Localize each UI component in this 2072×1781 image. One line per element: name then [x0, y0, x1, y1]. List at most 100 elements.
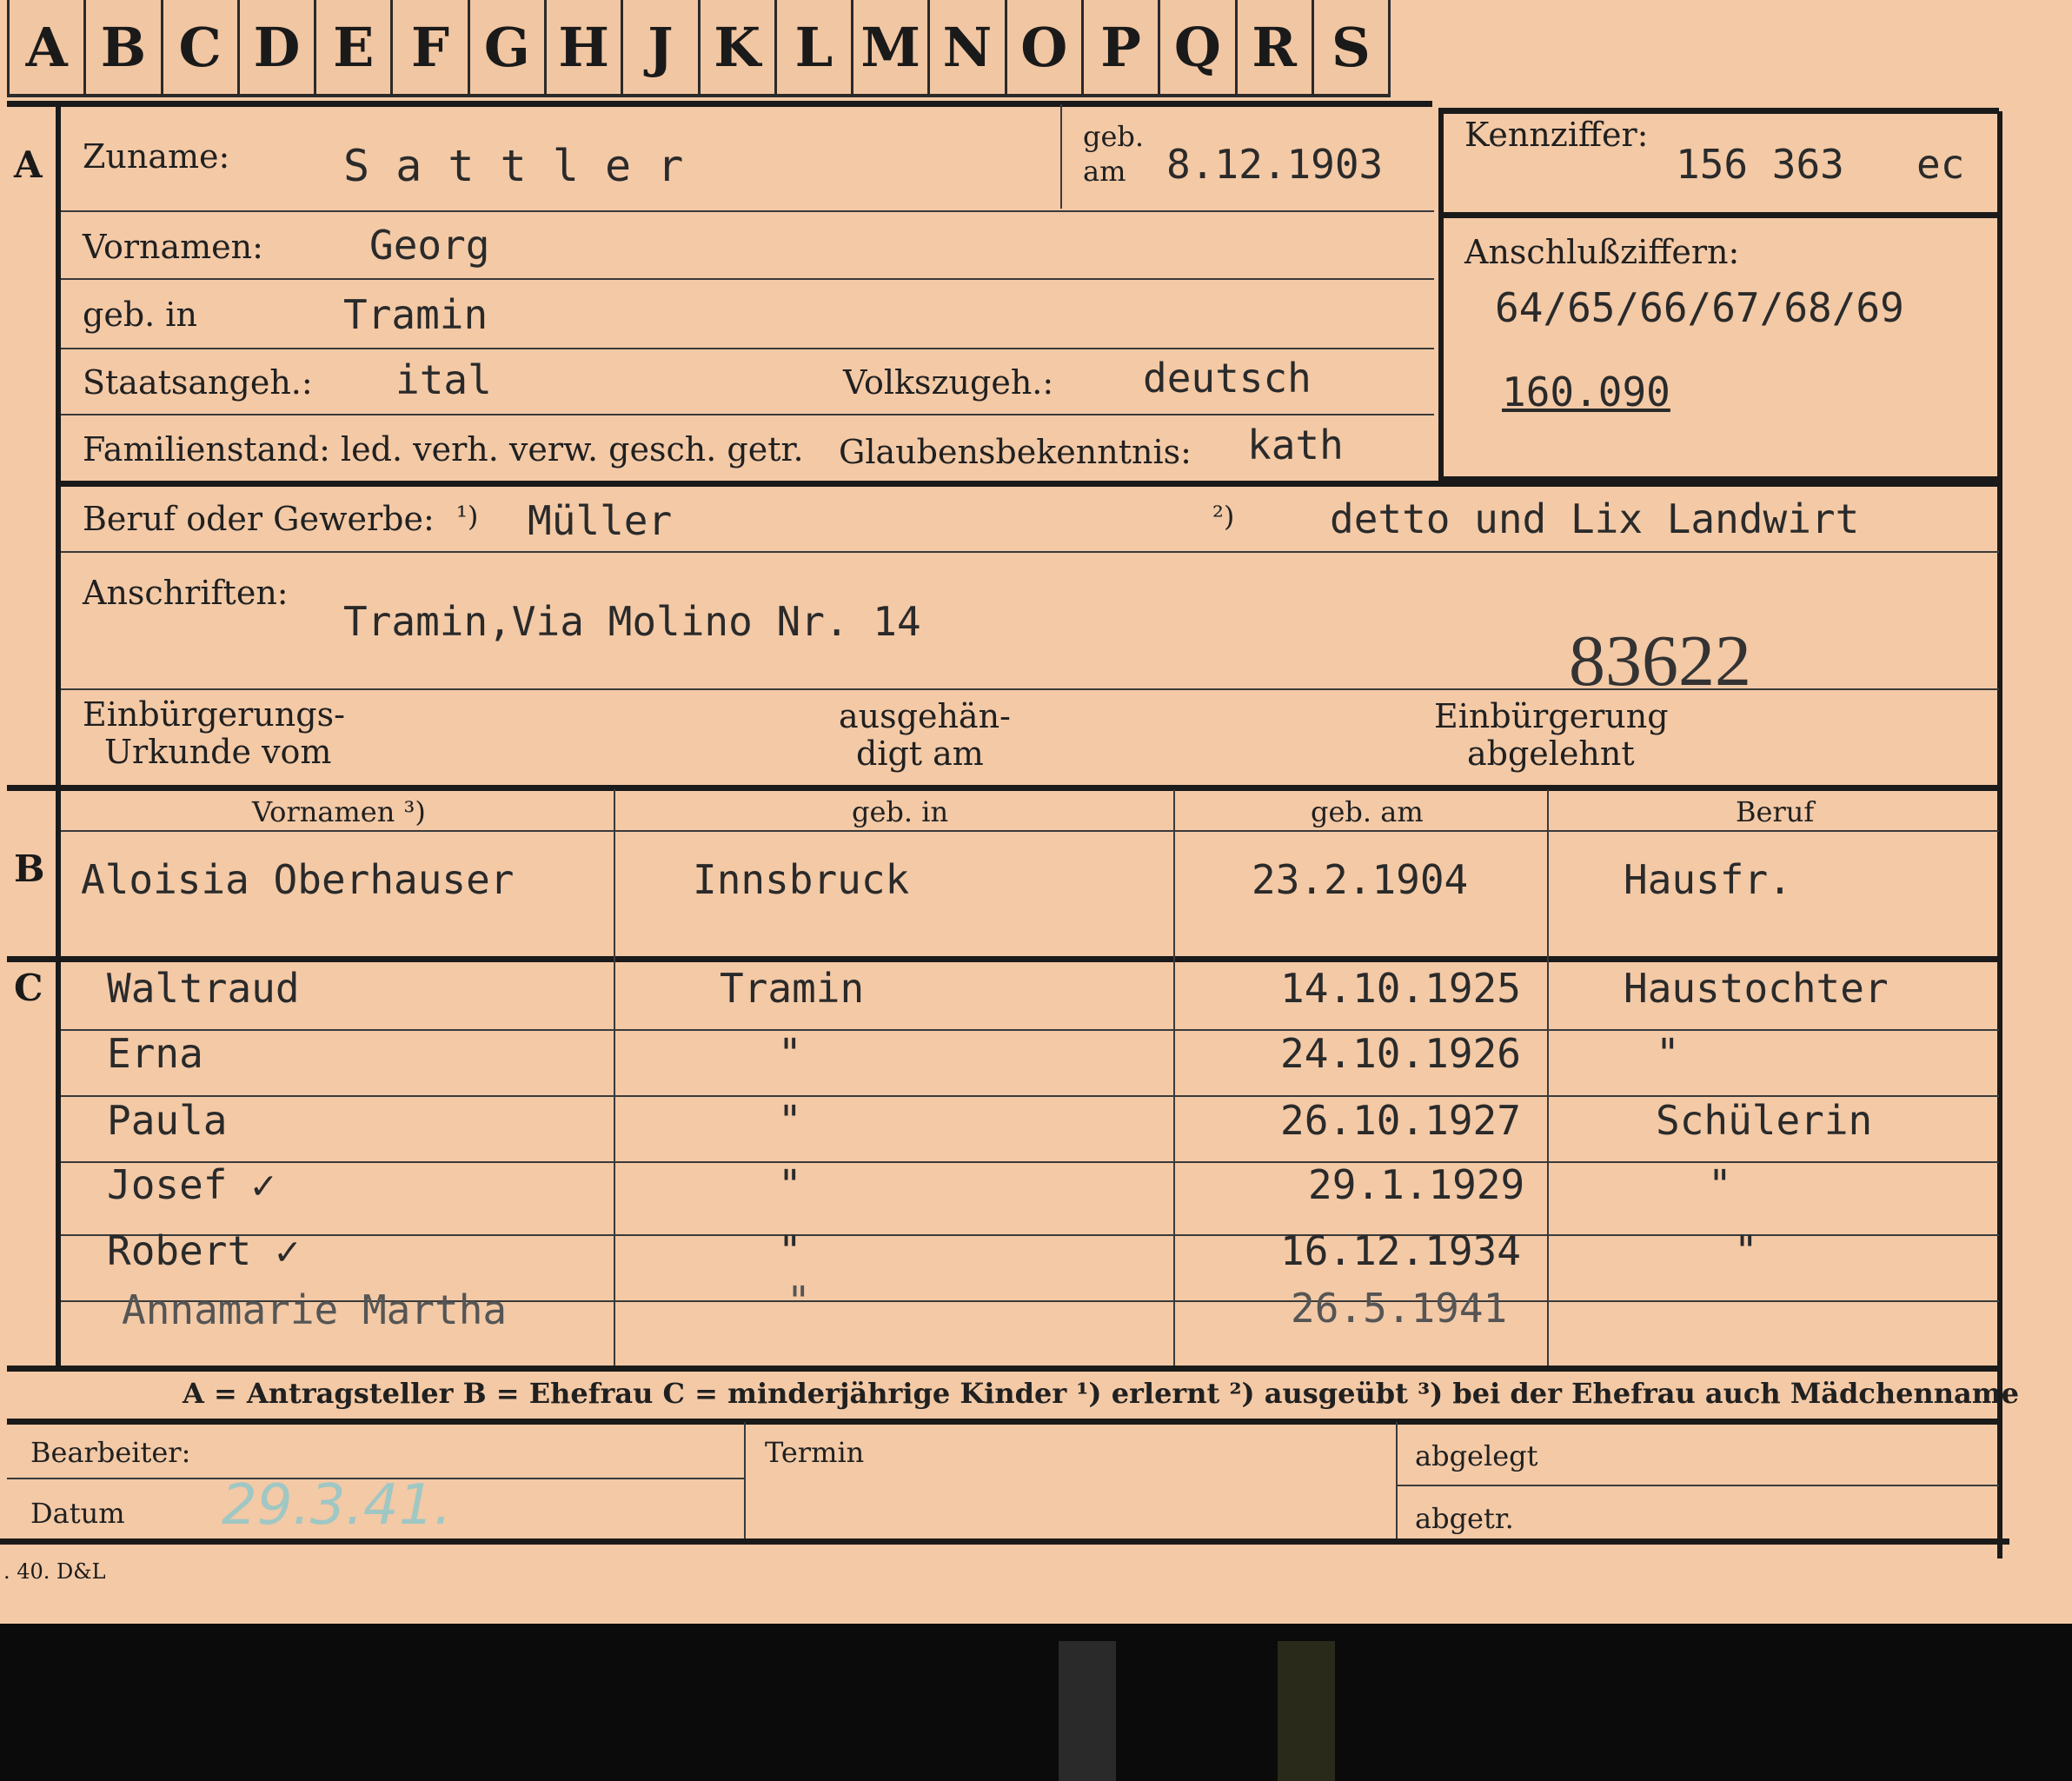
child-name[interactable]: Waltraud [107, 965, 300, 1012]
child-birthdate[interactable]: 26.5.1941 [1291, 1285, 1507, 1332]
legend-top-line [7, 1366, 2002, 1372]
birthplace-value[interactable]: Tramin [343, 291, 488, 338]
col-line [744, 1422, 746, 1539]
tab-letter[interactable]: S [1313, 0, 1391, 97]
col-line [1173, 789, 1175, 1366]
tab-letter[interactable]: K [700, 0, 777, 97]
child-birthdate[interactable]: 16.12.1934 [1280, 1227, 1521, 1274]
naturalization-refused-label: Einbürgerung [1434, 697, 1669, 735]
spouse-col-header: Vornamen ³) [252, 795, 426, 828]
child-name[interactable]: Erna [107, 1030, 203, 1077]
removed-label: abgetr. [1415, 1502, 1514, 1535]
child-profession[interactable]: " [1656, 1030, 1680, 1077]
spouse-birthdate[interactable]: 23.2.1904 [1252, 856, 1468, 903]
spouse-name[interactable]: Aloisia Oberhauser [81, 856, 515, 903]
anschluss-label: Anschlußziffern: [1464, 233, 1740, 271]
child-name[interactable]: Paula [107, 1097, 227, 1144]
scanner-post [1059, 1641, 1116, 1781]
tab-letter[interactable]: B [86, 0, 163, 97]
tab-letter[interactable]: R [1237, 0, 1314, 97]
row-line [61, 210, 1434, 212]
handwritten-date: 29.3.41. [222, 1473, 452, 1538]
naturalization-doc-label: Urkunde vom [104, 733, 332, 771]
child-profession[interactable]: " [1734, 1227, 1758, 1274]
tab-letter[interactable]: Q [1160, 0, 1238, 97]
kennziffer-value[interactable]: 156 363 [1676, 141, 1844, 188]
ethnicity-value[interactable]: deutsch [1143, 355, 1312, 402]
addresses-label: Anschriften: [83, 574, 289, 612]
ethnicity-label: Volkszugeh.: [843, 363, 1054, 402]
tab-letter[interactable]: D [239, 0, 317, 97]
tab-letter[interactable]: F [393, 0, 470, 97]
row-line [61, 278, 1434, 280]
anschluss-value[interactable]: 64/65/66/67/68/69 [1495, 284, 1904, 331]
child-birthplace[interactable]: " [778, 1161, 802, 1208]
tab-letter[interactable]: C [163, 0, 240, 97]
born-on-label: am [1083, 155, 1126, 188]
child-birthplace[interactable]: " [787, 1278, 811, 1325]
spouse-birthplace[interactable]: Innsbruck [693, 856, 909, 903]
child-birthdate[interactable]: 24.10.1926 [1280, 1030, 1521, 1077]
section-c-top-line [7, 956, 2002, 962]
profession-practiced-value[interactable]: detto und Lix Landwirt [1330, 495, 1859, 542]
address-value[interactable]: Tramin,Via Molino Nr. 14 [343, 598, 921, 645]
tab-letter[interactable]: N [930, 0, 1007, 97]
tab-letter[interactable]: E [316, 0, 394, 97]
religion-label: Glaubensbekenntnis: [839, 433, 1192, 471]
child-birthdate[interactable]: 26.10.1927 [1280, 1097, 1521, 1144]
col-line [1547, 789, 1549, 1366]
child-birthplace[interactable]: " [778, 1030, 802, 1077]
child-name[interactable]: Robert ✓ [107, 1227, 300, 1274]
tab-letter[interactable]: M [853, 0, 931, 97]
section-b-marker: B [14, 847, 45, 890]
child-birthdate[interactable]: 29.1.1929 [1308, 1161, 1524, 1208]
surname-value[interactable]: S a t t l e r [343, 141, 683, 191]
citizenship-value[interactable]: ital [395, 356, 492, 403]
tab-letter[interactable]: J [623, 0, 701, 97]
child-birthplace[interactable]: Tramin [720, 965, 864, 1012]
tab-letter[interactable]: P [1083, 0, 1161, 97]
child-name[interactable]: Josef ✓ [107, 1161, 276, 1208]
print-code: . 40. D&L [3, 1559, 106, 1584]
legend-bottom-line [7, 1419, 2002, 1425]
section-divider-line [56, 101, 61, 1366]
child-birthdate[interactable]: 14.10.1925 [1280, 965, 1521, 1012]
born-on-value[interactable]: 8.12.1903 [1166, 141, 1383, 188]
child-profession[interactable]: Haustochter [1624, 965, 1889, 1012]
row-line [1396, 1485, 1999, 1486]
anschluss-value-2[interactable]: 160.090 [1502, 369, 1670, 415]
child-name[interactable]: Annamarie Martha [122, 1286, 507, 1333]
row-line [56, 481, 2002, 487]
child-profession[interactable]: " [1708, 1161, 1732, 1208]
spouse-profession[interactable]: Hausfr. [1624, 856, 1792, 903]
naturalization-doc-label: Einbürgerungs- [83, 695, 345, 734]
child-profession[interactable]: Schülerin [1656, 1097, 1872, 1144]
surname-label: Zuname: [83, 137, 230, 176]
marital-status-label: Familienstand: led. verh. verw. gesch. g… [83, 430, 804, 469]
kennziffer-suffix[interactable]: ec [1916, 141, 1964, 188]
legend: A = Antragsteller B = Ehefrau C = minder… [183, 1377, 2019, 1410]
spouse-col-header: geb. am [1311, 795, 1424, 828]
child-birthplace[interactable]: " [778, 1097, 802, 1144]
row-line [61, 551, 1999, 553]
row-line [61, 688, 1999, 690]
top-border [7, 101, 1432, 107]
tab-letter[interactable]: A [7, 0, 87, 97]
tab-letter[interactable]: L [776, 0, 854, 97]
given-names-value[interactable]: Georg [369, 222, 489, 269]
handed-out-label: ausgehän- [839, 697, 1011, 735]
tab-letter[interactable]: O [1006, 0, 1084, 97]
date-label: Datum [30, 1497, 125, 1530]
citizenship-label: Staatsangeh.: [83, 363, 313, 402]
child-birthplace[interactable]: " [778, 1227, 802, 1274]
row-line [61, 348, 1434, 349]
profession-learned-value[interactable]: Müller [528, 497, 672, 544]
section-a-marker: A [14, 143, 43, 186]
index-card: A B C D E F G H J K L M N O P Q R S A Zu… [0, 0, 2072, 1624]
religion-value[interactable]: kath [1247, 422, 1344, 469]
tab-letter[interactable]: H [546, 0, 624, 97]
scanner-post [1278, 1641, 1335, 1781]
tab-letter[interactable]: G [469, 0, 547, 97]
handed-out-label: digt am [856, 734, 984, 773]
alphabet-tabs: A B C D E F G H J K L M N O P Q R S [7, 0, 1391, 97]
